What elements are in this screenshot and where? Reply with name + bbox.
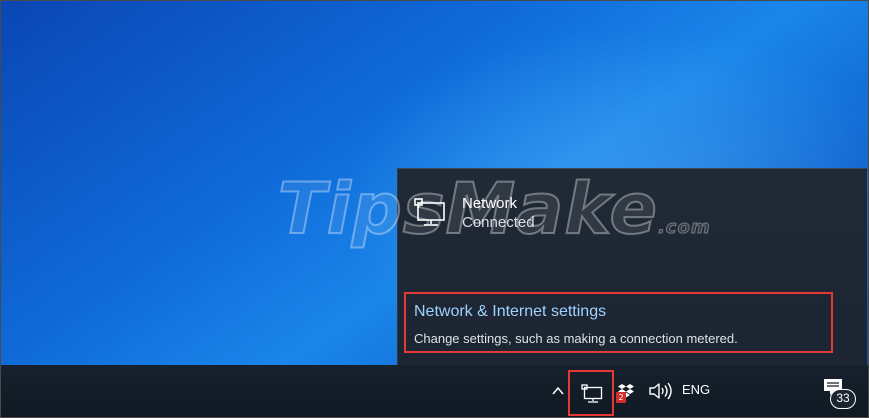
- network-flyout: Network Connected Network & Internet set…: [397, 168, 867, 365]
- tray-network-button[interactable]: [568, 370, 614, 416]
- wired-network-icon: [581, 384, 603, 403]
- network-status: Connected: [462, 214, 535, 231]
- input-language-indicator[interactable]: ENG: [682, 382, 710, 397]
- network-connection[interactable]: Network Connected: [412, 195, 535, 233]
- network-internet-settings-link[interactable]: Network & Internet settings Change setti…: [404, 292, 833, 353]
- network-name: Network: [462, 195, 518, 212]
- wired-network-icon: [414, 198, 445, 226]
- settings-link-title[interactable]: Network & Internet settings: [414, 303, 606, 321]
- speaker-icon[interactable]: [648, 381, 676, 401]
- settings-link-description: Change settings, such as making a connec…: [414, 331, 738, 346]
- action-center-button[interactable]: 33: [820, 375, 860, 411]
- taskbar: 2 ENG 33: [0, 365, 869, 418]
- notification-count-badge: 33: [830, 389, 856, 409]
- dropbox-badge: 2: [616, 392, 626, 403]
- chevron-up-icon[interactable]: [550, 383, 566, 399]
